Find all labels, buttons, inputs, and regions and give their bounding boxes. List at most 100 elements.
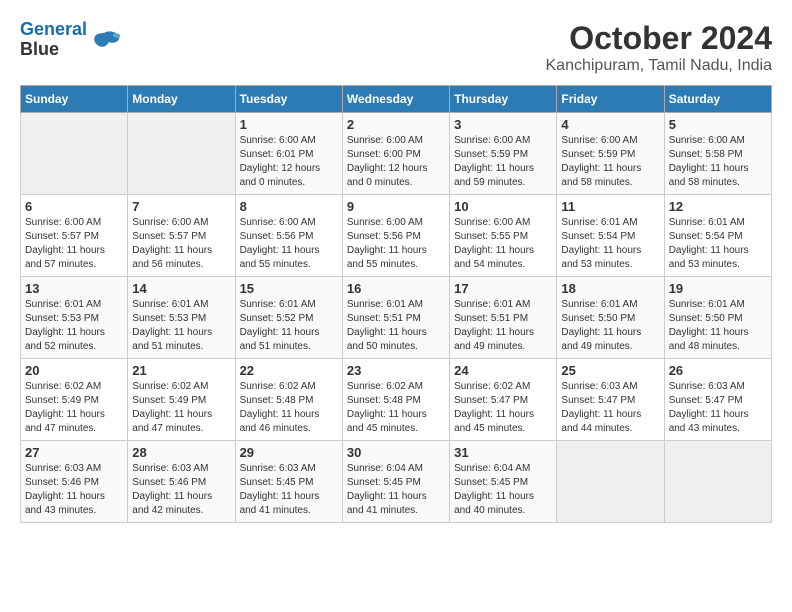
- weekday-header-row: SundayMondayTuesdayWednesdayThursdayFrid…: [21, 86, 772, 113]
- logo-bird-icon: [91, 28, 121, 52]
- weekday-header-cell: Wednesday: [342, 86, 449, 113]
- calendar-week-row: 6 Sunrise: 6:00 AM Sunset: 5:57 PM Daylig…: [21, 195, 772, 277]
- calendar-cell: 8 Sunrise: 6:00 AM Sunset: 5:56 PM Daylig…: [235, 195, 342, 277]
- day-number: 30: [347, 445, 445, 460]
- weekday-header-cell: Tuesday: [235, 86, 342, 113]
- calendar-week-row: 13 Sunrise: 6:01 AM Sunset: 5:53 PM Dayli…: [21, 277, 772, 359]
- day-number: 16: [347, 281, 445, 296]
- day-info: Sunrise: 6:00 AM Sunset: 5:55 PM Dayligh…: [454, 216, 552, 272]
- month-title: October 2024: [546, 20, 773, 57]
- calendar-cell: 22Sunrise: 6:02 AM Sunset: 5:48 PM Dayli…: [235, 359, 342, 441]
- day-info: Sunrise: 6:03 AM Sunset: 5:46 PM Dayligh…: [25, 462, 123, 518]
- day-info: Sunrise: 6:00 AM Sunset: 5:57 PM Dayligh…: [132, 216, 230, 272]
- page-header: GeneralBlue October 2024 Kanchipuram, Ta…: [20, 20, 772, 75]
- calendar-cell: 19 Sunrise: 6:01 AM Sunset: 5:50 PM Dayli…: [664, 277, 771, 359]
- day-number: 28: [132, 445, 230, 460]
- calendar-cell: 24 Sunrise: 6:02 AM Sunset: 5:47 PM Dayli…: [450, 359, 557, 441]
- weekday-header-cell: Thursday: [450, 86, 557, 113]
- day-info: Sunrise: 6:01 AM Sunset: 5:50 PM Dayligh…: [669, 298, 767, 354]
- day-number: 17: [454, 281, 552, 296]
- day-number: 7: [132, 199, 230, 214]
- day-number: 1: [240, 117, 338, 132]
- calendar-cell: 25Sunrise: 6:03 AM Sunset: 5:47 PM Dayli…: [557, 359, 664, 441]
- calendar-cell: 3Sunrise: 6:00 AM Sunset: 5:59 PM Daylig…: [450, 113, 557, 195]
- day-number: 18: [561, 281, 659, 296]
- calendar-cell: 6 Sunrise: 6:00 AM Sunset: 5:57 PM Daylig…: [21, 195, 128, 277]
- day-info: Sunrise: 6:00 AM Sunset: 5:59 PM Dayligh…: [561, 134, 659, 190]
- day-number: 9: [347, 199, 445, 214]
- calendar-cell: 20Sunrise: 6:02 AM Sunset: 5:49 PM Dayli…: [21, 359, 128, 441]
- day-info: Sunrise: 6:04 AM Sunset: 5:45 PM Dayligh…: [347, 462, 445, 518]
- day-info: Sunrise: 6:00 AM Sunset: 6:01 PM Dayligh…: [240, 134, 338, 190]
- day-info: Sunrise: 6:01 AM Sunset: 5:50 PM Dayligh…: [561, 298, 659, 354]
- day-number: 3: [454, 117, 552, 132]
- day-number: 26: [669, 363, 767, 378]
- day-info: Sunrise: 6:01 AM Sunset: 5:51 PM Dayligh…: [347, 298, 445, 354]
- day-number: 29: [240, 445, 338, 460]
- calendar-cell: 9Sunrise: 6:00 AM Sunset: 5:56 PM Daylig…: [342, 195, 449, 277]
- day-number: 6: [25, 199, 123, 214]
- day-info: Sunrise: 6:00 AM Sunset: 5:56 PM Dayligh…: [240, 216, 338, 272]
- day-number: 23: [347, 363, 445, 378]
- calendar-cell: 28 Sunrise: 6:03 AM Sunset: 5:46 PM Dayli…: [128, 441, 235, 523]
- calendar-cell: 27 Sunrise: 6:03 AM Sunset: 5:46 PM Dayli…: [21, 441, 128, 523]
- day-info: Sunrise: 6:03 AM Sunset: 5:46 PM Dayligh…: [132, 462, 230, 518]
- day-number: 14: [132, 281, 230, 296]
- day-info: Sunrise: 6:01 AM Sunset: 5:54 PM Dayligh…: [669, 216, 767, 272]
- calendar-cell: 12 Sunrise: 6:01 AM Sunset: 5:54 PM Dayli…: [664, 195, 771, 277]
- day-number: 13: [25, 281, 123, 296]
- calendar-week-row: 20Sunrise: 6:02 AM Sunset: 5:49 PM Dayli…: [21, 359, 772, 441]
- calendar-cell: 21Sunrise: 6:02 AM Sunset: 5:49 PM Dayli…: [128, 359, 235, 441]
- calendar-body: 1 Sunrise: 6:00 AM Sunset: 6:01 PM Daylig…: [21, 113, 772, 523]
- day-number: 24: [454, 363, 552, 378]
- day-info: Sunrise: 6:02 AM Sunset: 5:47 PM Dayligh…: [454, 380, 552, 436]
- day-info: Sunrise: 6:01 AM Sunset: 5:52 PM Dayligh…: [240, 298, 338, 354]
- calendar-cell: 11Sunrise: 6:01 AM Sunset: 5:54 PM Dayli…: [557, 195, 664, 277]
- logo: GeneralBlue: [20, 20, 121, 60]
- calendar-cell: 16 Sunrise: 6:01 AM Sunset: 5:51 PM Dayli…: [342, 277, 449, 359]
- day-number: 5: [669, 117, 767, 132]
- day-number: 27: [25, 445, 123, 460]
- calendar-cell: 4Sunrise: 6:00 AM Sunset: 5:59 PM Daylig…: [557, 113, 664, 195]
- calendar-table: SundayMondayTuesdayWednesdayThursdayFrid…: [20, 85, 772, 523]
- title-block: October 2024 Kanchipuram, Tamil Nadu, In…: [546, 20, 773, 75]
- day-info: Sunrise: 6:00 AM Sunset: 5:58 PM Dayligh…: [669, 134, 767, 190]
- calendar-cell: 31 Sunrise: 6:04 AM Sunset: 5:45 PM Dayli…: [450, 441, 557, 523]
- day-number: 12: [669, 199, 767, 214]
- day-info: Sunrise: 6:01 AM Sunset: 5:51 PM Dayligh…: [454, 298, 552, 354]
- calendar-cell: 5 Sunrise: 6:00 AM Sunset: 5:58 PM Daylig…: [664, 113, 771, 195]
- calendar-cell: 30 Sunrise: 6:04 AM Sunset: 5:45 PM Dayli…: [342, 441, 449, 523]
- day-number: 22: [240, 363, 338, 378]
- calendar-cell: 1 Sunrise: 6:00 AM Sunset: 6:01 PM Daylig…: [235, 113, 342, 195]
- weekday-header-cell: Sunday: [21, 86, 128, 113]
- day-info: Sunrise: 6:01 AM Sunset: 5:53 PM Dayligh…: [25, 298, 123, 354]
- day-info: Sunrise: 6:01 AM Sunset: 5:54 PM Dayligh…: [561, 216, 659, 272]
- day-number: 25: [561, 363, 659, 378]
- day-info: Sunrise: 6:04 AM Sunset: 5:45 PM Dayligh…: [454, 462, 552, 518]
- day-number: 19: [669, 281, 767, 296]
- calendar-cell: [128, 113, 235, 195]
- day-info: Sunrise: 6:00 AM Sunset: 5:57 PM Dayligh…: [25, 216, 123, 272]
- day-number: 31: [454, 445, 552, 460]
- day-number: 15: [240, 281, 338, 296]
- calendar-cell: 18 Sunrise: 6:01 AM Sunset: 5:50 PM Dayli…: [557, 277, 664, 359]
- calendar-cell: [557, 441, 664, 523]
- calendar-cell: 2 Sunrise: 6:00 AM Sunset: 6:00 PM Daylig…: [342, 113, 449, 195]
- calendar-week-row: 27 Sunrise: 6:03 AM Sunset: 5:46 PM Dayli…: [21, 441, 772, 523]
- calendar-cell: 26 Sunrise: 6:03 AM Sunset: 5:47 PM Dayli…: [664, 359, 771, 441]
- day-info: Sunrise: 6:02 AM Sunset: 5:49 PM Dayligh…: [25, 380, 123, 436]
- calendar-cell: 13 Sunrise: 6:01 AM Sunset: 5:53 PM Dayli…: [21, 277, 128, 359]
- day-number: 8: [240, 199, 338, 214]
- calendar-week-row: 1 Sunrise: 6:00 AM Sunset: 6:01 PM Daylig…: [21, 113, 772, 195]
- day-number: 2: [347, 117, 445, 132]
- day-info: Sunrise: 6:02 AM Sunset: 5:49 PM Dayligh…: [132, 380, 230, 436]
- calendar-cell: [664, 441, 771, 523]
- day-info: Sunrise: 6:02 AM Sunset: 5:48 PM Dayligh…: [347, 380, 445, 436]
- day-number: 10: [454, 199, 552, 214]
- day-info: Sunrise: 6:00 AM Sunset: 6:00 PM Dayligh…: [347, 134, 445, 190]
- day-info: Sunrise: 6:03 AM Sunset: 5:47 PM Dayligh…: [669, 380, 767, 436]
- calendar-cell: 29Sunrise: 6:03 AM Sunset: 5:45 PM Dayli…: [235, 441, 342, 523]
- calendar-cell: 7 Sunrise: 6:00 AM Sunset: 5:57 PM Daylig…: [128, 195, 235, 277]
- calendar-cell: 14Sunrise: 6:01 AM Sunset: 5:53 PM Dayli…: [128, 277, 235, 359]
- logo-text: GeneralBlue: [20, 20, 87, 60]
